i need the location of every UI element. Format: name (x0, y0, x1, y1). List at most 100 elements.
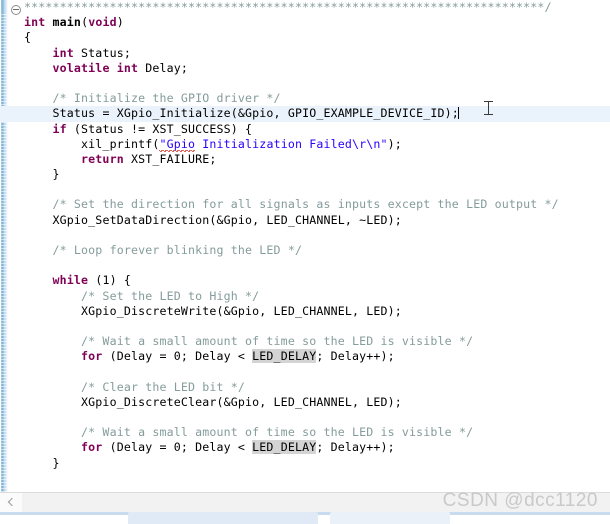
code-line[interactable]: } (24, 167, 610, 182)
annotation-ruler[interactable] (0, 0, 8, 492)
keyword-token: volatile (52, 60, 110, 75)
plain-token: XST_FAILURE; (123, 151, 217, 166)
code-line[interactable]: /* Wait a small amount of time so the LE… (24, 334, 610, 349)
code-line[interactable]: if (Status != XST_SUCCESS) { (24, 122, 610, 137)
text-caret (458, 107, 460, 120)
plain-token: Status; (73, 45, 131, 60)
code-line[interactable] (24, 319, 610, 334)
comment-token: ****************************************… (24, 0, 552, 14)
plain-token: XGpio_DiscreteWrite(&Gpio, LED_CHANNEL, … (81, 303, 402, 318)
watermark-text: CSDN @dcc1120 (442, 490, 598, 511)
code-line[interactable]: /* Set the LED to High */ (24, 289, 610, 304)
plain-token: xil_printf( (81, 136, 160, 151)
code-line[interactable]: /* Initialize the GPIO driver */ (24, 91, 610, 106)
comment-token: /* Set the direction for all signals as … (52, 197, 559, 212)
code-line[interactable] (24, 76, 610, 91)
plain-token: { (24, 30, 32, 45)
code-line[interactable]: ****************************************… (24, 0, 610, 15)
string-token-misspelled: "Gpio (159, 136, 196, 152)
comment-token: /* Loop forever blinking the LED */ (52, 243, 303, 257)
plain-token: XGpio_SetDataDirection(&Gpio, LED_CHANNE… (52, 212, 402, 227)
code-line[interactable]: int Status; (24, 46, 610, 61)
keyword-token: if (52, 121, 67, 136)
plain-token: (1) { (88, 273, 131, 288)
code-line[interactable]: XGpio_SetDataDirection(&Gpio, LED_CHANNE… (24, 213, 610, 228)
comment-token: /* Wait a small amount of time so the LE… (81, 334, 474, 349)
circle-minus-icon[interactable] (11, 5, 21, 15)
type-token: int (116, 60, 139, 75)
comment-token: /* Set the LED to High */ (81, 288, 260, 303)
code-line[interactable] (24, 182, 610, 197)
keyword-token: for (81, 349, 103, 364)
code-line[interactable]: volatile int Delay; (24, 61, 610, 76)
code-line[interactable]: for (Delay = 0; Delay < LED_DELAY; Delay… (24, 349, 610, 364)
code-line[interactable]: int main(void) (24, 15, 610, 30)
bottom-view-strip (0, 512, 610, 524)
code-line[interactable]: } (24, 456, 610, 471)
code-line[interactable]: xil_printf("Gpio Initialization Failed\r… (24, 136, 610, 152)
plain-token: ); (387, 136, 402, 151)
code-line[interactable] (24, 410, 610, 425)
code-line[interactable]: for (Delay = 0; Delay < LED_DELAY; Delay… (24, 440, 610, 455)
comment-token: /* Initialize the GPIO driver */ (52, 91, 281, 106)
plain-token: } (52, 167, 60, 182)
function-name-token: main (52, 15, 82, 30)
keyword-token: return (81, 151, 124, 166)
code-line[interactable] (24, 258, 610, 273)
code-line[interactable]: /* Set the direction for all signals as … (24, 197, 610, 212)
plain-token: ; Delay++); (316, 440, 395, 455)
comment-token: /* Clear the LED bit */ (81, 379, 246, 394)
type-token: int (52, 45, 74, 60)
keyword-token: while (52, 273, 89, 288)
code-editor-window: ****************************************… (0, 0, 610, 524)
code-line[interactable]: /* Loop forever blinking the LED */ (24, 243, 610, 258)
code-line[interactable]: Status = XGpio_Initialize(&Gpio, GPIO_EX… (0, 106, 610, 122)
keyword-token: for (81, 440, 103, 455)
occurrence-highlight-token: LED_DELAY (252, 349, 317, 364)
code-line[interactable]: /* Wait a small amount of time so the LE… (24, 425, 610, 440)
chevron-left-icon[interactable] (0, 493, 22, 512)
code-line[interactable]: { (24, 30, 610, 45)
plain-token: Delay; (138, 60, 189, 75)
plain-token: (Delay = 0; Delay < (102, 440, 253, 455)
type-token: void (88, 15, 117, 30)
plain-token: (Status != XST_SUCCESS) { (66, 121, 253, 136)
code-line[interactable] (24, 228, 610, 243)
code-text-area[interactable]: ****************************************… (0, 0, 610, 492)
occurrence-highlight-token: LED_DELAY (252, 440, 317, 455)
type-token: int (24, 15, 46, 30)
code-line[interactable] (24, 365, 610, 380)
code-line[interactable]: return XST_FAILURE; (24, 152, 610, 167)
strip-tab-chip[interactable] (128, 512, 318, 524)
plain-token: Status = XGpio_Initialize(&Gpio, GPIO_EX… (52, 106, 459, 121)
string-token: Initialization Failed\r\n" (195, 136, 388, 151)
strip-tab-chip-secondary[interactable] (330, 512, 450, 524)
plain-token: (Delay = 0; Delay < (102, 349, 253, 364)
plain-token: } (52, 455, 60, 470)
folding-gutter (8, 0, 24, 492)
code-line[interactable]: XGpio_DiscreteWrite(&Gpio, LED_CHANNEL, … (24, 304, 610, 319)
code-line[interactable]: while (1) { (24, 273, 610, 288)
plain-token: XGpio_DiscreteClear(&Gpio, LED_CHANNEL, … (81, 394, 402, 409)
code-line[interactable]: XGpio_DiscreteClear(&Gpio, LED_CHANNEL, … (24, 395, 610, 410)
code-line[interactable]: /* Clear the LED bit */ (24, 380, 610, 395)
